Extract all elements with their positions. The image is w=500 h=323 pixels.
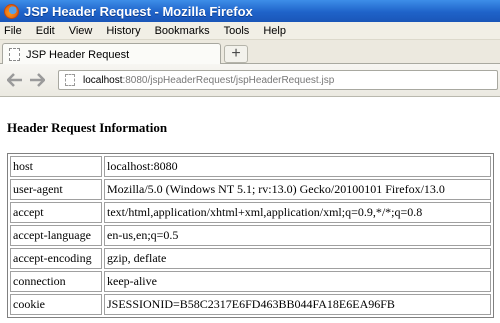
header-name-cell: accept-encoding bbox=[10, 248, 102, 269]
table-row: accept text/html,application/xhtml+xml,ap… bbox=[10, 202, 491, 223]
header-name-cell: connection bbox=[10, 271, 102, 292]
menu-help[interactable]: Help bbox=[263, 25, 286, 37]
menu-file[interactable]: File bbox=[4, 25, 22, 37]
forward-button[interactable] bbox=[26, 70, 48, 90]
site-identity-icon bbox=[65, 74, 75, 86]
table-row: connection keep-alive bbox=[10, 271, 491, 292]
menu-view[interactable]: View bbox=[69, 25, 93, 37]
table-row: user-agent Mozilla/5.0 (Windows NT 5.1; r… bbox=[10, 179, 491, 200]
window-titlebar: JSP Header Request - Mozilla Firefox bbox=[0, 0, 500, 22]
header-value-cell: localhost:8080 bbox=[104, 156, 491, 177]
header-name-cell: accept-language bbox=[10, 225, 102, 246]
table-row: accept-encoding gzip, deflate bbox=[10, 248, 491, 269]
header-value-cell: keep-alive bbox=[104, 271, 491, 292]
page-content: Header Request Information host localhost… bbox=[0, 98, 500, 323]
header-value-cell: Mozilla/5.0 (Windows NT 5.1; rv:13.0) Ge… bbox=[104, 179, 491, 200]
header-request-table: host localhost:8080 user-agent Mozilla/5.0 … bbox=[7, 153, 494, 318]
page-heading: Header Request Information bbox=[7, 120, 168, 135]
header-name-cell: accept bbox=[10, 202, 102, 223]
new-tab-button[interactable]: + bbox=[224, 45, 248, 63]
header-value-cell: JSESSIONID=B58C2317E6FD463BB044FA18E6EA9… bbox=[104, 294, 491, 315]
header-value-cell: en-us,en;q=0.5 bbox=[104, 225, 491, 246]
header-value-cell: text/html,application/xhtml+xml,applicat… bbox=[104, 202, 491, 223]
back-button[interactable] bbox=[4, 70, 26, 90]
menu-tools[interactable]: Tools bbox=[224, 25, 250, 37]
tab-strip: JSP Header Request + bbox=[0, 40, 500, 65]
table-row: cookie JSESSIONID=B58C2317E6FD463BB044FA1… bbox=[10, 294, 491, 315]
navigation-bar: localhost:8080/jspHeaderRequest/jspHeade… bbox=[0, 64, 500, 97]
menu-bar: File Edit View History Bookmarks Tools H… bbox=[0, 22, 500, 40]
header-value-cell: gzip, deflate bbox=[104, 248, 491, 269]
url-path: :8080/jspHeaderRequest/jspHeaderRequest.… bbox=[122, 74, 335, 86]
header-name-cell: host bbox=[10, 156, 102, 177]
table-row: host localhost:8080 bbox=[10, 156, 491, 177]
back-arrow-icon bbox=[7, 73, 22, 87]
menu-history[interactable]: History bbox=[106, 25, 140, 37]
tab-jsp-header-request[interactable]: JSP Header Request bbox=[2, 43, 221, 65]
url-bar[interactable]: localhost:8080/jspHeaderRequest/jspHeade… bbox=[58, 70, 498, 90]
forward-arrow-icon bbox=[30, 73, 45, 87]
menu-bookmarks[interactable]: Bookmarks bbox=[155, 25, 210, 37]
firefox-logo-icon bbox=[4, 3, 19, 19]
menu-edit[interactable]: Edit bbox=[36, 25, 55, 37]
window-title: JSP Header Request - Mozilla Firefox bbox=[24, 3, 253, 19]
table-row: accept-language en-us,en;q=0.5 bbox=[10, 225, 491, 246]
page-icon bbox=[9, 48, 20, 61]
header-name-cell: user-agent bbox=[10, 179, 102, 200]
tab-label: JSP Header Request bbox=[26, 48, 130, 61]
url-host: localhost bbox=[83, 74, 123, 86]
header-name-cell: cookie bbox=[10, 294, 102, 315]
